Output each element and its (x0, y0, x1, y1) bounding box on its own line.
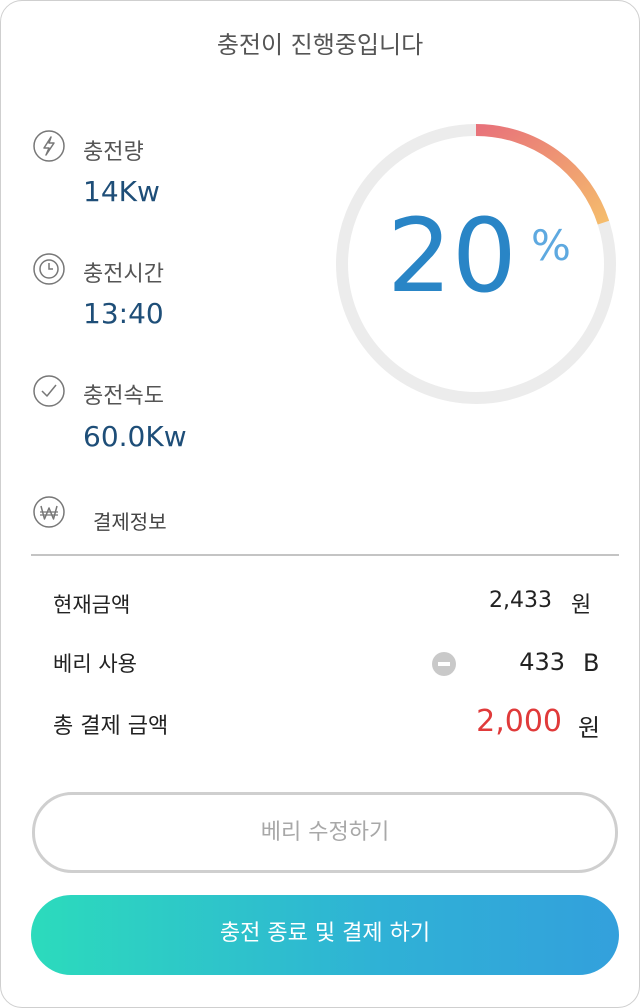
current-amount-unit: 원 (571, 593, 592, 618)
total-amount-value: 2,000 (476, 704, 562, 739)
charge-amount-label: 충전량 (83, 140, 144, 165)
lightning-icon (33, 130, 65, 162)
checkmark-icon (33, 375, 65, 407)
total-amount-unit: 원 (578, 714, 601, 742)
clock-icon (33, 253, 65, 285)
total-amount-label: 총 결제 금액 (53, 714, 169, 739)
won-icon (33, 496, 65, 528)
berry-use-unit: B (583, 649, 600, 677)
finish-charging-pay-button[interactable]: 충전 종료 및 결제 하기 (31, 895, 619, 975)
charge-speed-label: 충전속도 (83, 384, 164, 409)
charging-card: 충전이 진행중입니다 충전량 14Kw 충전시간 13:40 충전속도 60.0… (0, 0, 640, 1008)
page-title: 충전이 진행중입니다 (216, 31, 424, 59)
current-amount-label: 현재금액 (53, 593, 131, 617)
charge-time-label: 충전시간 (83, 262, 164, 287)
charge-speed-value: 60.0Kw (83, 420, 187, 453)
divider (31, 554, 619, 556)
berry-use-label: 베리 사용 (53, 652, 137, 676)
minus-circle-icon[interactable] (432, 652, 456, 676)
payment-info-label: 결제정보 (93, 510, 167, 534)
charge-amount-value: 14Kw (83, 175, 160, 208)
berry-use-value: 433 (519, 648, 565, 676)
progress-percent-sign: % (531, 221, 571, 270)
edit-berry-button[interactable]: 베리 수정하기 (32, 792, 618, 873)
progress-percent-value: 20 (387, 197, 517, 316)
current-amount-value: 2,433 (489, 588, 552, 613)
charge-time-value: 13:40 (83, 297, 164, 330)
